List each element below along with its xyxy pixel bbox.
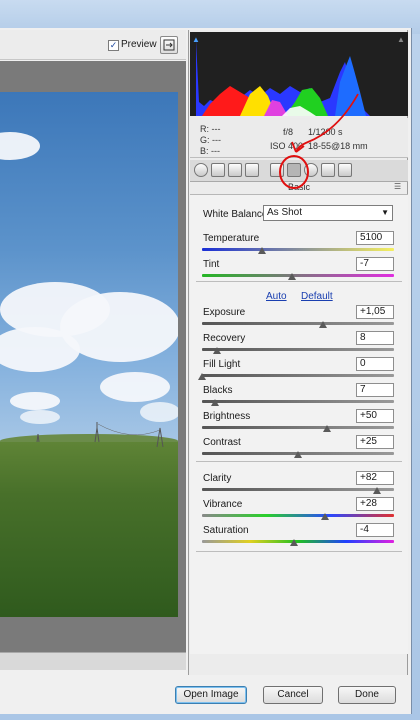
readout-g: G: --- <box>200 135 221 145</box>
exif-aperture: f/8 <box>283 127 294 137</box>
fullscreen-toggle-button[interactable] <box>160 36 178 54</box>
slider-label-clarity: Clarity <box>203 473 232 484</box>
pixel-readout: R: --- G: --- B: --- f/8 1/1200 s ISO 40… <box>190 118 408 158</box>
slider-label-contrast: Contrast <box>203 437 241 448</box>
slider-track-clarity[interactable] <box>202 488 394 491</box>
slider-value-vibrance[interactable]: +28 <box>356 497 394 511</box>
slider-value-temperature[interactable]: 5100 <box>356 231 394 245</box>
section-divider <box>196 461 402 462</box>
hsl-tab-icon[interactable] <box>245 163 259 177</box>
preview-checkbox[interactable]: ✓ <box>108 40 119 51</box>
detail-tab-icon[interactable] <box>228 163 242 177</box>
slider-thumb-vibrance[interactable] <box>320 513 329 520</box>
slider-value-contrast[interactable]: +25 <box>356 435 394 449</box>
slider-track-vibrance[interactable] <box>202 514 394 517</box>
slider-label-brightness: Brightness <box>203 411 251 422</box>
auto-link[interactable]: Auto <box>266 291 287 302</box>
section-title: Basic <box>287 182 310 192</box>
slider-label-temperature: Temperature <box>203 233 260 244</box>
slider-thumb-temperature[interactable] <box>257 247 266 254</box>
lens-corrections-tab-icon[interactable] <box>287 163 301 177</box>
tone-curve-tab-icon[interactable] <box>211 163 225 177</box>
preview-toolbar <box>0 30 186 60</box>
presets-tab-icon[interactable] <box>321 163 335 177</box>
exif-lens: 18-55@18 mm <box>308 141 368 151</box>
slider-track-recovery[interactable] <box>202 348 394 351</box>
preview-label: Preview <box>121 39 157 50</box>
slider-label-blacks: Blacks <box>203 385 233 396</box>
white-balance-select[interactable]: As Shot ▼ <box>263 205 393 221</box>
slider-track-fill-light[interactable] <box>202 374 394 377</box>
slider-track-blacks[interactable] <box>202 400 394 403</box>
slider-thumb-exposure[interactable] <box>318 321 327 328</box>
slider-label-exposure: Exposure <box>203 307 246 318</box>
slider-value-clarity[interactable]: +82 <box>356 471 394 485</box>
slider-track-tint[interactable] <box>202 274 394 277</box>
slider-thumb-clarity[interactable] <box>372 487 381 494</box>
panel-menu-icon[interactable]: ☰ <box>394 182 401 191</box>
chevron-down-icon: ▼ <box>381 208 389 217</box>
slider-thumb-fill-light[interactable] <box>198 373 206 380</box>
slider-value-recovery[interactable]: 8 <box>356 331 394 345</box>
white-balance-value: As Shot <box>267 207 303 218</box>
slider-thumb-contrast[interactable] <box>294 451 302 458</box>
slider-thumb-tint[interactable] <box>288 273 297 280</box>
basic-settings: White Balance: As Shot ▼ Temperature 5100… <box>190 194 408 654</box>
landscape-photo <box>0 92 178 617</box>
slider-track-brightness[interactable] <box>202 426 394 429</box>
slider-thumb-brightness[interactable] <box>322 425 331 432</box>
slider-label-tint: Tint <box>203 259 220 270</box>
slider-thumb-saturation[interactable] <box>290 539 299 546</box>
slider-track-temperature[interactable] <box>202 248 394 251</box>
slider-value-saturation[interactable]: -4 <box>356 523 394 537</box>
exif-iso: ISO 400 <box>270 141 304 151</box>
slider-value-fill-light[interactable]: 0 <box>356 357 394 371</box>
basic-tab-icon[interactable] <box>194 163 208 177</box>
slider-track-exposure[interactable] <box>202 322 394 325</box>
snapshots-tab-icon[interactable] <box>338 163 352 177</box>
highlight-clipping-warning-icon[interactable]: ▲ <box>397 35 405 44</box>
camera-calibration-tab-icon[interactable] <box>304 163 318 177</box>
section-divider <box>196 281 402 282</box>
done-button[interactable]: Done <box>338 686 396 704</box>
open-image-button[interactable]: Open Image <box>175 686 247 704</box>
slider-value-tint[interactable]: -7 <box>356 257 394 271</box>
slider-thumb-blacks[interactable] <box>211 399 220 406</box>
default-link[interactable]: Default <box>301 291 333 302</box>
readout-b: B: --- <box>200 146 220 156</box>
power-towers <box>36 422 164 448</box>
slider-value-blacks[interactable]: 7 <box>356 383 394 397</box>
preview-status-bar <box>0 652 186 670</box>
slider-label-fill-light: Fill Light <box>203 359 241 370</box>
exif-shutter: 1/1200 s <box>308 127 343 137</box>
fullscreen-icon <box>163 39 175 51</box>
slider-thumb-recovery[interactable] <box>213 347 222 354</box>
slider-label-saturation: Saturation <box>203 525 249 536</box>
shadow-clipping-warning-icon[interactable]: ▲ <box>192 35 200 44</box>
section-divider <box>196 551 402 552</box>
slider-label-recovery: Recovery <box>203 333 246 344</box>
cancel-button[interactable]: Cancel <box>263 686 323 704</box>
split-toning-tab-icon[interactable] <box>270 163 284 177</box>
white-balance-label: White Balance: <box>203 209 271 220</box>
slider-value-exposure[interactable]: +1,05 <box>356 305 394 319</box>
histogram <box>190 32 408 116</box>
slider-value-brightness[interactable]: +50 <box>356 409 394 423</box>
readout-r: R: --- <box>200 124 221 134</box>
adjustment-tabs <box>190 160 408 182</box>
slider-label-vibrance: Vibrance <box>203 499 243 510</box>
